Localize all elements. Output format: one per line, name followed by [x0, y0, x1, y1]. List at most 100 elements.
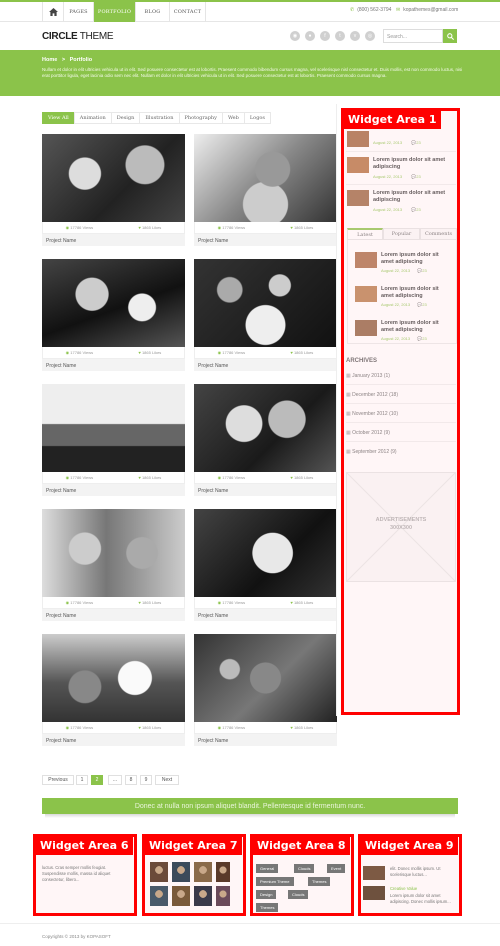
portfolio-item[interactable]: ◉ 17786 Views ♥ 1865 Likes Project Name — [42, 134, 185, 250]
views-stat: ◉ 17786 Views — [66, 225, 93, 230]
gallery-thumb[interactable] — [172, 862, 190, 882]
gallery-thumb[interactable] — [150, 862, 168, 882]
site-logo[interactable]: CIRCLE THEME — [42, 31, 114, 42]
phone-info: ✆ (800) 562-3794 — [350, 7, 391, 13]
likes-stat[interactable]: ♥ 1865 Likes — [138, 225, 161, 230]
nav-pages[interactable]: PAGES — [64, 2, 94, 22]
dribbble-icon[interactable]: ◎ — [365, 31, 375, 41]
portfolio-photo[interactable] — [42, 259, 185, 347]
project-name[interactable]: Project Name — [42, 484, 185, 496]
portfolio-photo[interactable] — [194, 384, 337, 472]
tag-link[interactable]: Clouds — [288, 890, 309, 899]
portfolio-item[interactable]: ◉ 17786 Views ♥ 1865 Likes Project Name — [194, 634, 337, 750]
portfolio-photo[interactable] — [42, 134, 185, 222]
facebook-icon[interactable]: f — [320, 31, 330, 41]
project-name[interactable]: Project Name — [194, 359, 337, 371]
tag-link[interactable]: Event — [327, 864, 346, 873]
likes-stat[interactable]: ♥ 1865 Likes — [290, 725, 313, 730]
pagination-page-1[interactable]: 1 — [76, 775, 88, 785]
filter-animation[interactable]: Animation — [73, 112, 112, 124]
portfolio-stats: ◉ 17786 Views ♥ 1865 Likes — [194, 472, 337, 484]
nav-contact[interactable]: CONTACT — [170, 2, 206, 22]
portfolio-photo[interactable] — [194, 634, 337, 722]
filter-view-all[interactable]: View All — [42, 112, 75, 124]
project-name[interactable]: Project Name — [194, 734, 337, 746]
portfolio-item[interactable]: ◉ 17786 Views ♥ 1865 Likes Project Name — [194, 384, 337, 500]
portfolio-item[interactable]: ◉ 17786 Views ♥ 1865 Likes Project Name — [42, 259, 185, 375]
tag-link[interactable]: Premium Theme — [256, 877, 294, 886]
gallery-thumb[interactable] — [194, 862, 212, 882]
portfolio-photo[interactable] — [42, 509, 185, 597]
callout-shadow — [45, 814, 455, 818]
likes-stat[interactable]: ♥ 1865 Likes — [290, 475, 313, 480]
pagination-page-9[interactable]: 9 — [140, 775, 152, 785]
likes-stat[interactable]: ♥ 1865 Likes — [138, 350, 161, 355]
logo-bold: CIRCLE — [42, 31, 78, 42]
filter-logos[interactable]: Logos — [243, 112, 271, 124]
views-stat: ◉ 17786 Views — [218, 600, 245, 605]
likes-stat[interactable]: ♥ 1865 Likes — [138, 725, 161, 730]
portfolio-stats: ◉ 17786 Views ♥ 1865 Likes — [194, 347, 337, 359]
portfolio-item[interactable]: ◉ 17786 Views ♥ 1865 Likes Project Name — [194, 134, 337, 250]
gallery-thumb[interactable] — [150, 886, 168, 906]
likes-stat[interactable]: ♥ 1865 Likes — [138, 600, 161, 605]
widget-area-9-label: Widget Area 9 — [361, 836, 458, 855]
tag-link[interactable]: General — [256, 864, 279, 873]
home-nav-button[interactable] — [42, 2, 64, 22]
project-name[interactable]: Project Name — [194, 484, 337, 496]
heart-icon: ♥ — [138, 600, 141, 605]
email-info[interactable]: ✉ kopathemes@gmail.com — [396, 7, 458, 13]
search-button[interactable] — [443, 29, 457, 43]
portfolio-item[interactable]: ◉ 17786 Views ♥ 1865 Likes Project Name — [42, 634, 185, 750]
gallery-thumb[interactable] — [216, 886, 230, 906]
portfolio-photo[interactable] — [194, 259, 337, 347]
tag-link[interactable]: Design — [256, 890, 277, 899]
breadcrumb-home[interactable]: Home — [42, 57, 57, 63]
portfolio-item[interactable]: ◉ 17786 Views ♥ 1865 Likes Project Name — [194, 509, 337, 625]
testimonial-thumb — [363, 866, 385, 880]
widget-area-9-link[interactable]: Creative Value — [390, 886, 417, 891]
portfolio-item[interactable]: ◉ 17786 Views ♥ 1865 Likes Project Name — [42, 384, 185, 500]
portfolio-photo[interactable] — [194, 134, 337, 222]
project-name[interactable]: Project Name — [194, 609, 337, 621]
pagination-page-8[interactable]: 8 — [125, 775, 137, 785]
pagination-next[interactable]: Next — [155, 775, 179, 785]
views-count: 17786 Views — [70, 600, 94, 605]
breadcrumb: Home > Portfolio — [42, 57, 92, 63]
gallery-thumb[interactable] — [172, 886, 190, 906]
likes-stat[interactable]: ♥ 1865 Likes — [290, 350, 313, 355]
project-name[interactable]: Project Name — [42, 609, 185, 621]
filter-illustration[interactable]: Illustration — [139, 112, 180, 124]
likes-stat[interactable]: ♥ 1865 Likes — [138, 475, 161, 480]
twitter-icon[interactable]: t — [335, 31, 345, 41]
project-name[interactable]: Project Name — [42, 234, 185, 246]
portfolio-photo[interactable] — [42, 384, 185, 472]
nav-blog[interactable]: BLOG — [136, 2, 170, 22]
search-input[interactable]: Search... — [383, 29, 443, 43]
gallery-thumb[interactable] — [216, 862, 230, 882]
pagination-page-2[interactable]: 2 — [91, 775, 103, 785]
filter-photography[interactable]: Photography — [178, 112, 223, 124]
likes-count: 1865 Likes — [293, 350, 314, 355]
portfolio-photo[interactable] — [42, 634, 185, 722]
pagination-previous[interactable]: Previous — [42, 775, 74, 785]
filter-design[interactable]: Design — [110, 112, 141, 124]
project-name[interactable]: Project Name — [194, 234, 337, 246]
portfolio-item[interactable]: ◉ 17786 Views ♥ 1865 Likes Project Name — [42, 509, 185, 625]
tag-link[interactable]: Themes — [308, 877, 331, 886]
likes-stat[interactable]: ♥ 1865 Likes — [290, 225, 313, 230]
widget-area-9-text: elit. Donec mollis ipsum. Ut scelerisque… — [390, 866, 441, 877]
likes-stat[interactable]: ♥ 1865 Likes — [290, 600, 313, 605]
portfolio-item[interactable]: ◉ 17786 Views ♥ 1865 Likes Project Name — [194, 259, 337, 375]
tag-link[interactable]: Themes — [256, 903, 279, 912]
vimeo-icon[interactable]: v — [350, 31, 360, 41]
gallery-thumb[interactable] — [194, 886, 212, 906]
tag-link[interactable]: Clouds — [294, 864, 315, 873]
nav-portfolio[interactable]: PORTFOLIO — [94, 2, 136, 22]
project-name[interactable]: Project Name — [42, 734, 185, 746]
flickr-icon[interactable]: ● — [305, 31, 315, 41]
rss-icon[interactable]: ◉ — [290, 31, 300, 41]
project-name[interactable]: Project Name — [42, 359, 185, 371]
portfolio-photo[interactable] — [194, 509, 337, 597]
filter-web[interactable]: Web — [221, 112, 245, 124]
